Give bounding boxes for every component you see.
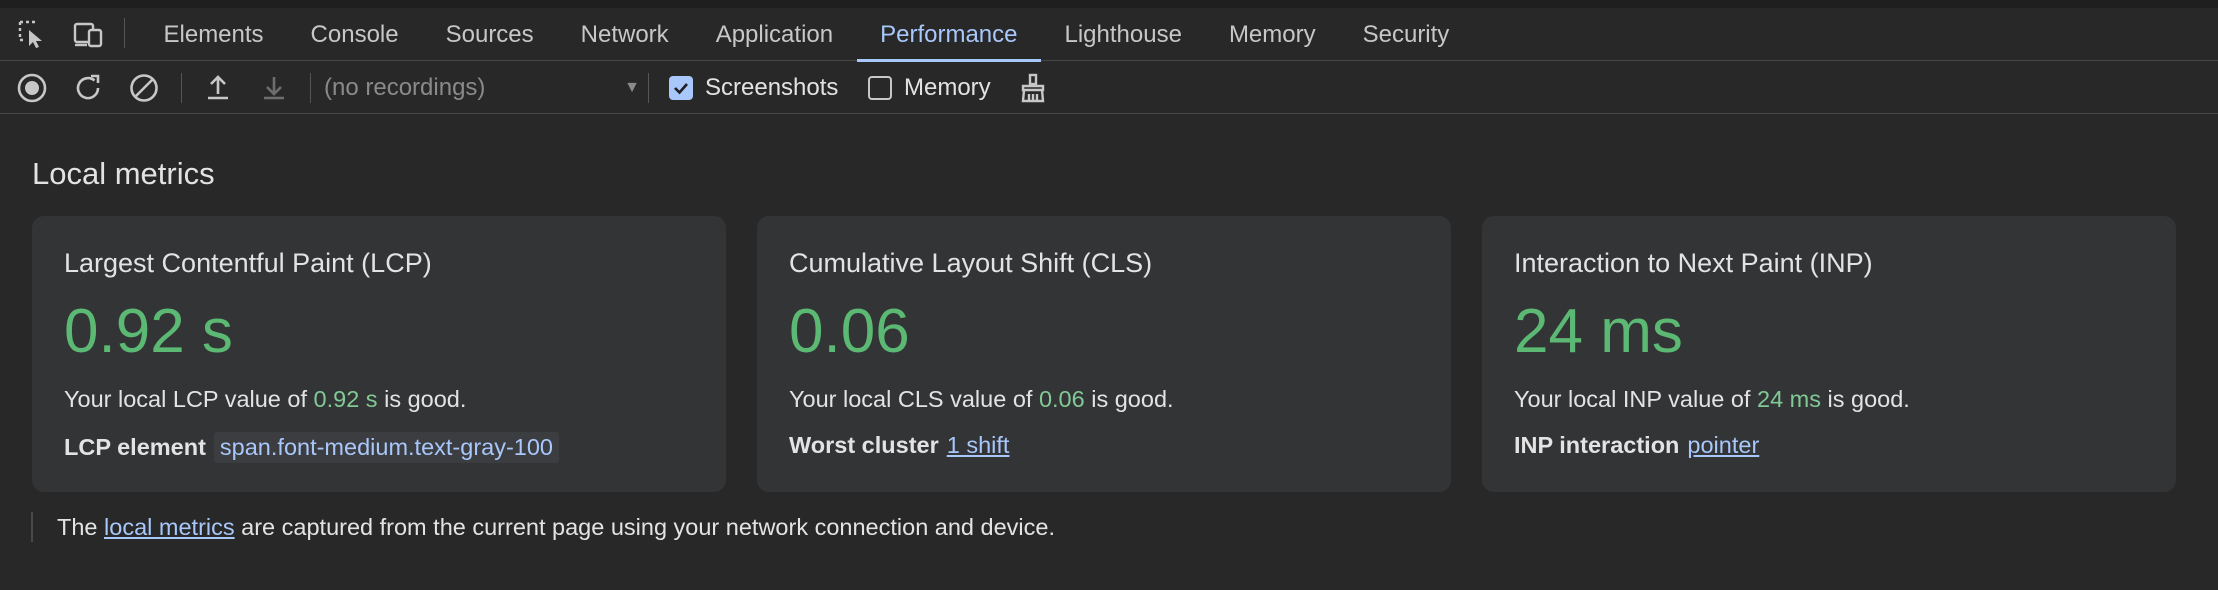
local-metrics-footnote: The local metrics are captured from the … (31, 512, 1055, 542)
tab-application[interactable]: Application (692, 8, 856, 61)
metric-value: 0.92 s (64, 297, 233, 366)
lcp-element-label: LCP element (64, 434, 206, 460)
metric-detail: LCP element span.font-medium.text-gray-1… (64, 432, 559, 463)
worst-cluster-label: Worst cluster (789, 432, 939, 458)
metric-description: Your local CLS value of 0.06 is good. (789, 386, 1174, 412)
inp-interaction-label: INP interaction (1514, 432, 1680, 458)
recordings-select[interactable]: (no recordings) ▼ (324, 70, 640, 106)
metric-title: Interaction to Next Paint (INP) (1514, 248, 1873, 278)
clear-icon (130, 74, 158, 102)
screenshots-label: Screenshots (705, 74, 839, 101)
inspect-element-icon[interactable] (14, 16, 50, 52)
save-profile-button[interactable] (256, 70, 292, 106)
window-top-strip (0, 0, 2218, 8)
broom-icon (1021, 73, 1045, 103)
record-button[interactable] (14, 70, 50, 106)
memory-checkbox[interactable]: Memory (868, 74, 991, 102)
reload-icon (76, 74, 100, 100)
record-icon (17, 73, 47, 103)
tab-elements[interactable]: Elements (140, 8, 287, 61)
tab-console[interactable]: Console (287, 8, 422, 61)
lcp-element-node-link[interactable]: span.font-medium.text-gray-100 (213, 432, 559, 463)
collect-garbage-button[interactable] (1015, 70, 1051, 106)
memory-label: Memory (904, 74, 991, 101)
upload-icon (208, 75, 228, 100)
divider (181, 73, 182, 103)
tab-sources[interactable]: Sources (422, 8, 557, 61)
lcp-card: Largest Contentful Paint (LCP) 0.92 s Yo… (32, 216, 726, 492)
divider (648, 73, 649, 103)
metric-description: Your local LCP value of 0.92 s is good. (64, 386, 467, 412)
dropdown-caret-icon: ▼ (624, 79, 640, 96)
tab-lighthouse[interactable]: Lighthouse (1041, 8, 1205, 61)
worst-cluster-link[interactable]: 1 shift (947, 432, 1010, 459)
metric-title: Largest Contentful Paint (LCP) (64, 248, 432, 278)
load-profile-button[interactable] (200, 70, 236, 106)
tab-performance[interactable]: Performance (856, 8, 1042, 62)
performance-toolbar: (no recordings) ▼ Screenshots Memory (0, 62, 2218, 114)
checkbox-unchecked-icon (868, 76, 892, 100)
inp-card: Interaction to Next Paint (INP) 24 ms Yo… (1482, 216, 2176, 492)
clear-button[interactable] (126, 70, 162, 106)
devtools-tab-bar: Elements Console Sources Network Applica… (0, 0, 2218, 62)
panel-tabs: Elements Console Sources Network Applica… (140, 8, 1473, 62)
download-icon (264, 77, 284, 100)
device-toolbar-icon[interactable] (70, 16, 106, 52)
cls-card: Cumulative Layout Shift (CLS) 0.06 Your … (757, 216, 1451, 492)
screenshots-checkbox[interactable]: Screenshots (669, 74, 838, 102)
tab-security[interactable]: Security (1339, 8, 1473, 61)
checkbox-checked-icon (669, 76, 693, 100)
local-metrics-title: Local metrics (32, 156, 215, 191)
divider (310, 73, 311, 103)
tab-network[interactable]: Network (557, 8, 692, 61)
inp-interaction-link[interactable]: pointer (1687, 432, 1759, 459)
divider (124, 18, 125, 48)
metric-title: Cumulative Layout Shift (CLS) (789, 248, 1153, 278)
metric-value: 24 ms (1514, 297, 1683, 366)
recordings-select-value: (no recordings) (324, 74, 486, 101)
tab-memory[interactable]: Memory (1205, 8, 1339, 61)
metric-value: 0.06 (789, 297, 910, 366)
metric-detail: Worst cluster 1 shift (789, 432, 1009, 459)
local-metrics-link[interactable]: local metrics (104, 514, 235, 541)
metric-description: Your local INP value of 24 ms is good. (1514, 386, 1910, 412)
metric-detail: INP interaction pointer (1514, 432, 1759, 459)
reload-and-record-button[interactable] (70, 70, 106, 106)
